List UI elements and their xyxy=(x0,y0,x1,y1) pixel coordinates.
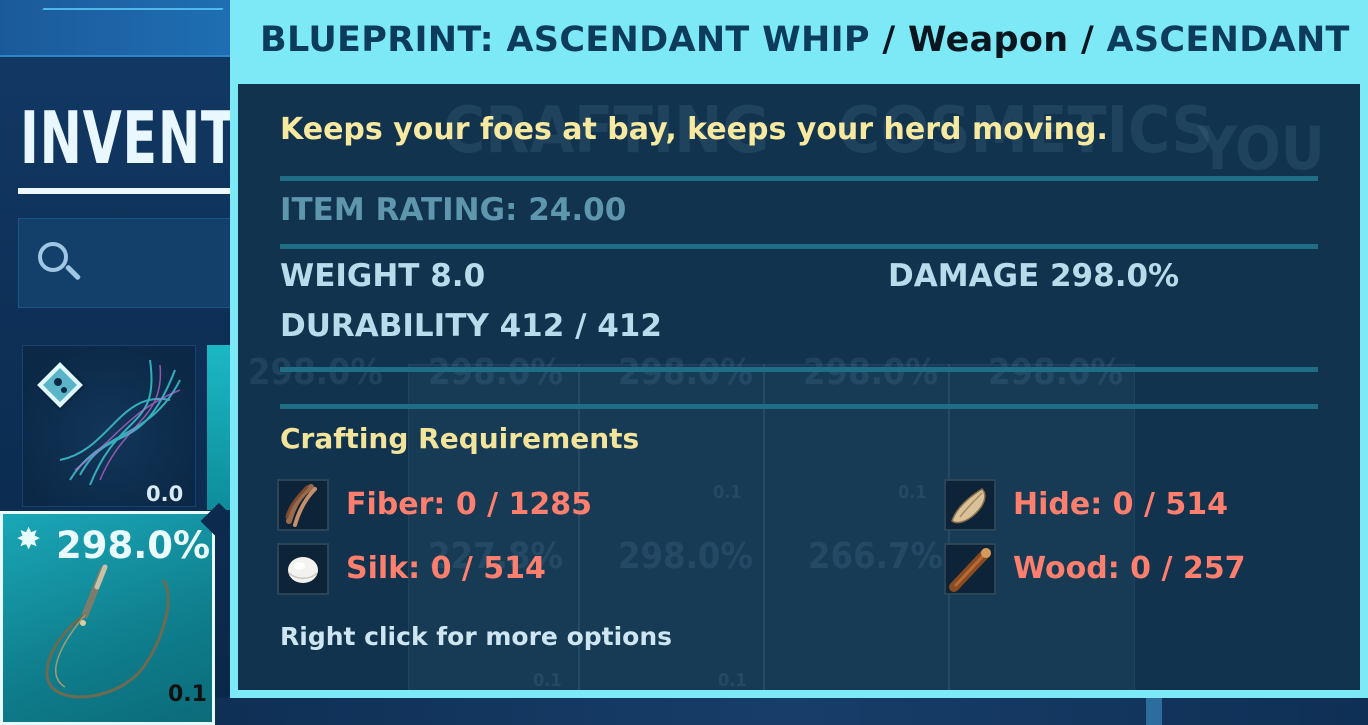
crafting-requirements-title: Crafting Requirements xyxy=(280,422,640,455)
resource-fiber: Fiber: 0 / 1285 xyxy=(346,487,593,522)
item-name: BLUEPRINT: ASCENDANT WHIP xyxy=(260,20,870,60)
ghost-slot-weight: 0.1 xyxy=(898,482,927,503)
ghost-slot-weight: 0.1 xyxy=(533,670,562,690)
header-separator: / xyxy=(869,20,908,60)
divider xyxy=(280,367,1318,372)
wood-icon xyxy=(944,543,996,595)
ghost-slot-value: 298.0% xyxy=(248,352,383,393)
ghost-slot-weight: 0.1 xyxy=(718,670,747,690)
ghost-tab-you: YOU xyxy=(1198,114,1325,184)
ghost-slot-value: 266.7% xyxy=(808,536,943,577)
item-description: Keeps your foes at bay, keeps your herd … xyxy=(280,112,1108,147)
header-separator: / xyxy=(1068,20,1107,60)
item-tooltip: BLUEPRINT: ASCENDANT WHIP / Weapon / ASC… xyxy=(230,0,1368,698)
stat-weight: WEIGHT 8.0 xyxy=(280,258,486,294)
divider xyxy=(280,404,1318,409)
resource-silk: Silk: 0 / 514 xyxy=(346,551,546,586)
ghost-slot-weight: 0.1 xyxy=(713,482,742,503)
tooltip-body: CRAFTING COSMETICS YOU 298.0% 298.0% 298… xyxy=(238,84,1360,690)
slot-weight: 0.0 xyxy=(146,482,184,506)
resource-hide: Hide: 0 / 514 xyxy=(1013,487,1228,522)
divider xyxy=(280,176,1318,181)
ghost-slot-value: 298.0% xyxy=(803,352,938,393)
divider xyxy=(280,244,1318,249)
search-icon[interactable] xyxy=(38,242,68,272)
ghost-slot-value: 298.0% xyxy=(988,352,1123,393)
ghost-slot-value: 298.0% xyxy=(618,536,753,577)
stat-durability: DURABILITY 412 / 412 xyxy=(280,308,662,344)
tooltip-header: BLUEPRINT: ASCENDANT WHIP / Weapon / ASC… xyxy=(260,20,1350,60)
context-hint: Right click for more options xyxy=(280,622,673,651)
resource-wood: Wood: 0 / 257 xyxy=(1013,551,1246,586)
star-burst-icon: ✸ xyxy=(16,522,42,557)
hide-icon xyxy=(944,479,996,531)
ghost-slot xyxy=(763,364,950,690)
top-banner-stripe xyxy=(0,0,240,57)
hotbar-strip xyxy=(215,698,1368,725)
slot-weight: 0.1 xyxy=(168,682,207,707)
blueprint-icon xyxy=(32,357,181,486)
item-quality: ASCENDANT xyxy=(1106,20,1350,60)
stat-damage: DAMAGE 298.0% xyxy=(888,258,1180,294)
ghost-slot-value: 298.0% xyxy=(428,352,563,393)
ghost-slot-value: 298.0% xyxy=(618,352,753,393)
item-type: Weapon xyxy=(907,20,1069,60)
whip-icon xyxy=(45,564,170,699)
item-rating: ITEM RATING: 24.00 xyxy=(280,192,627,228)
fiber-icon xyxy=(277,479,329,531)
silk-icon xyxy=(277,543,329,595)
